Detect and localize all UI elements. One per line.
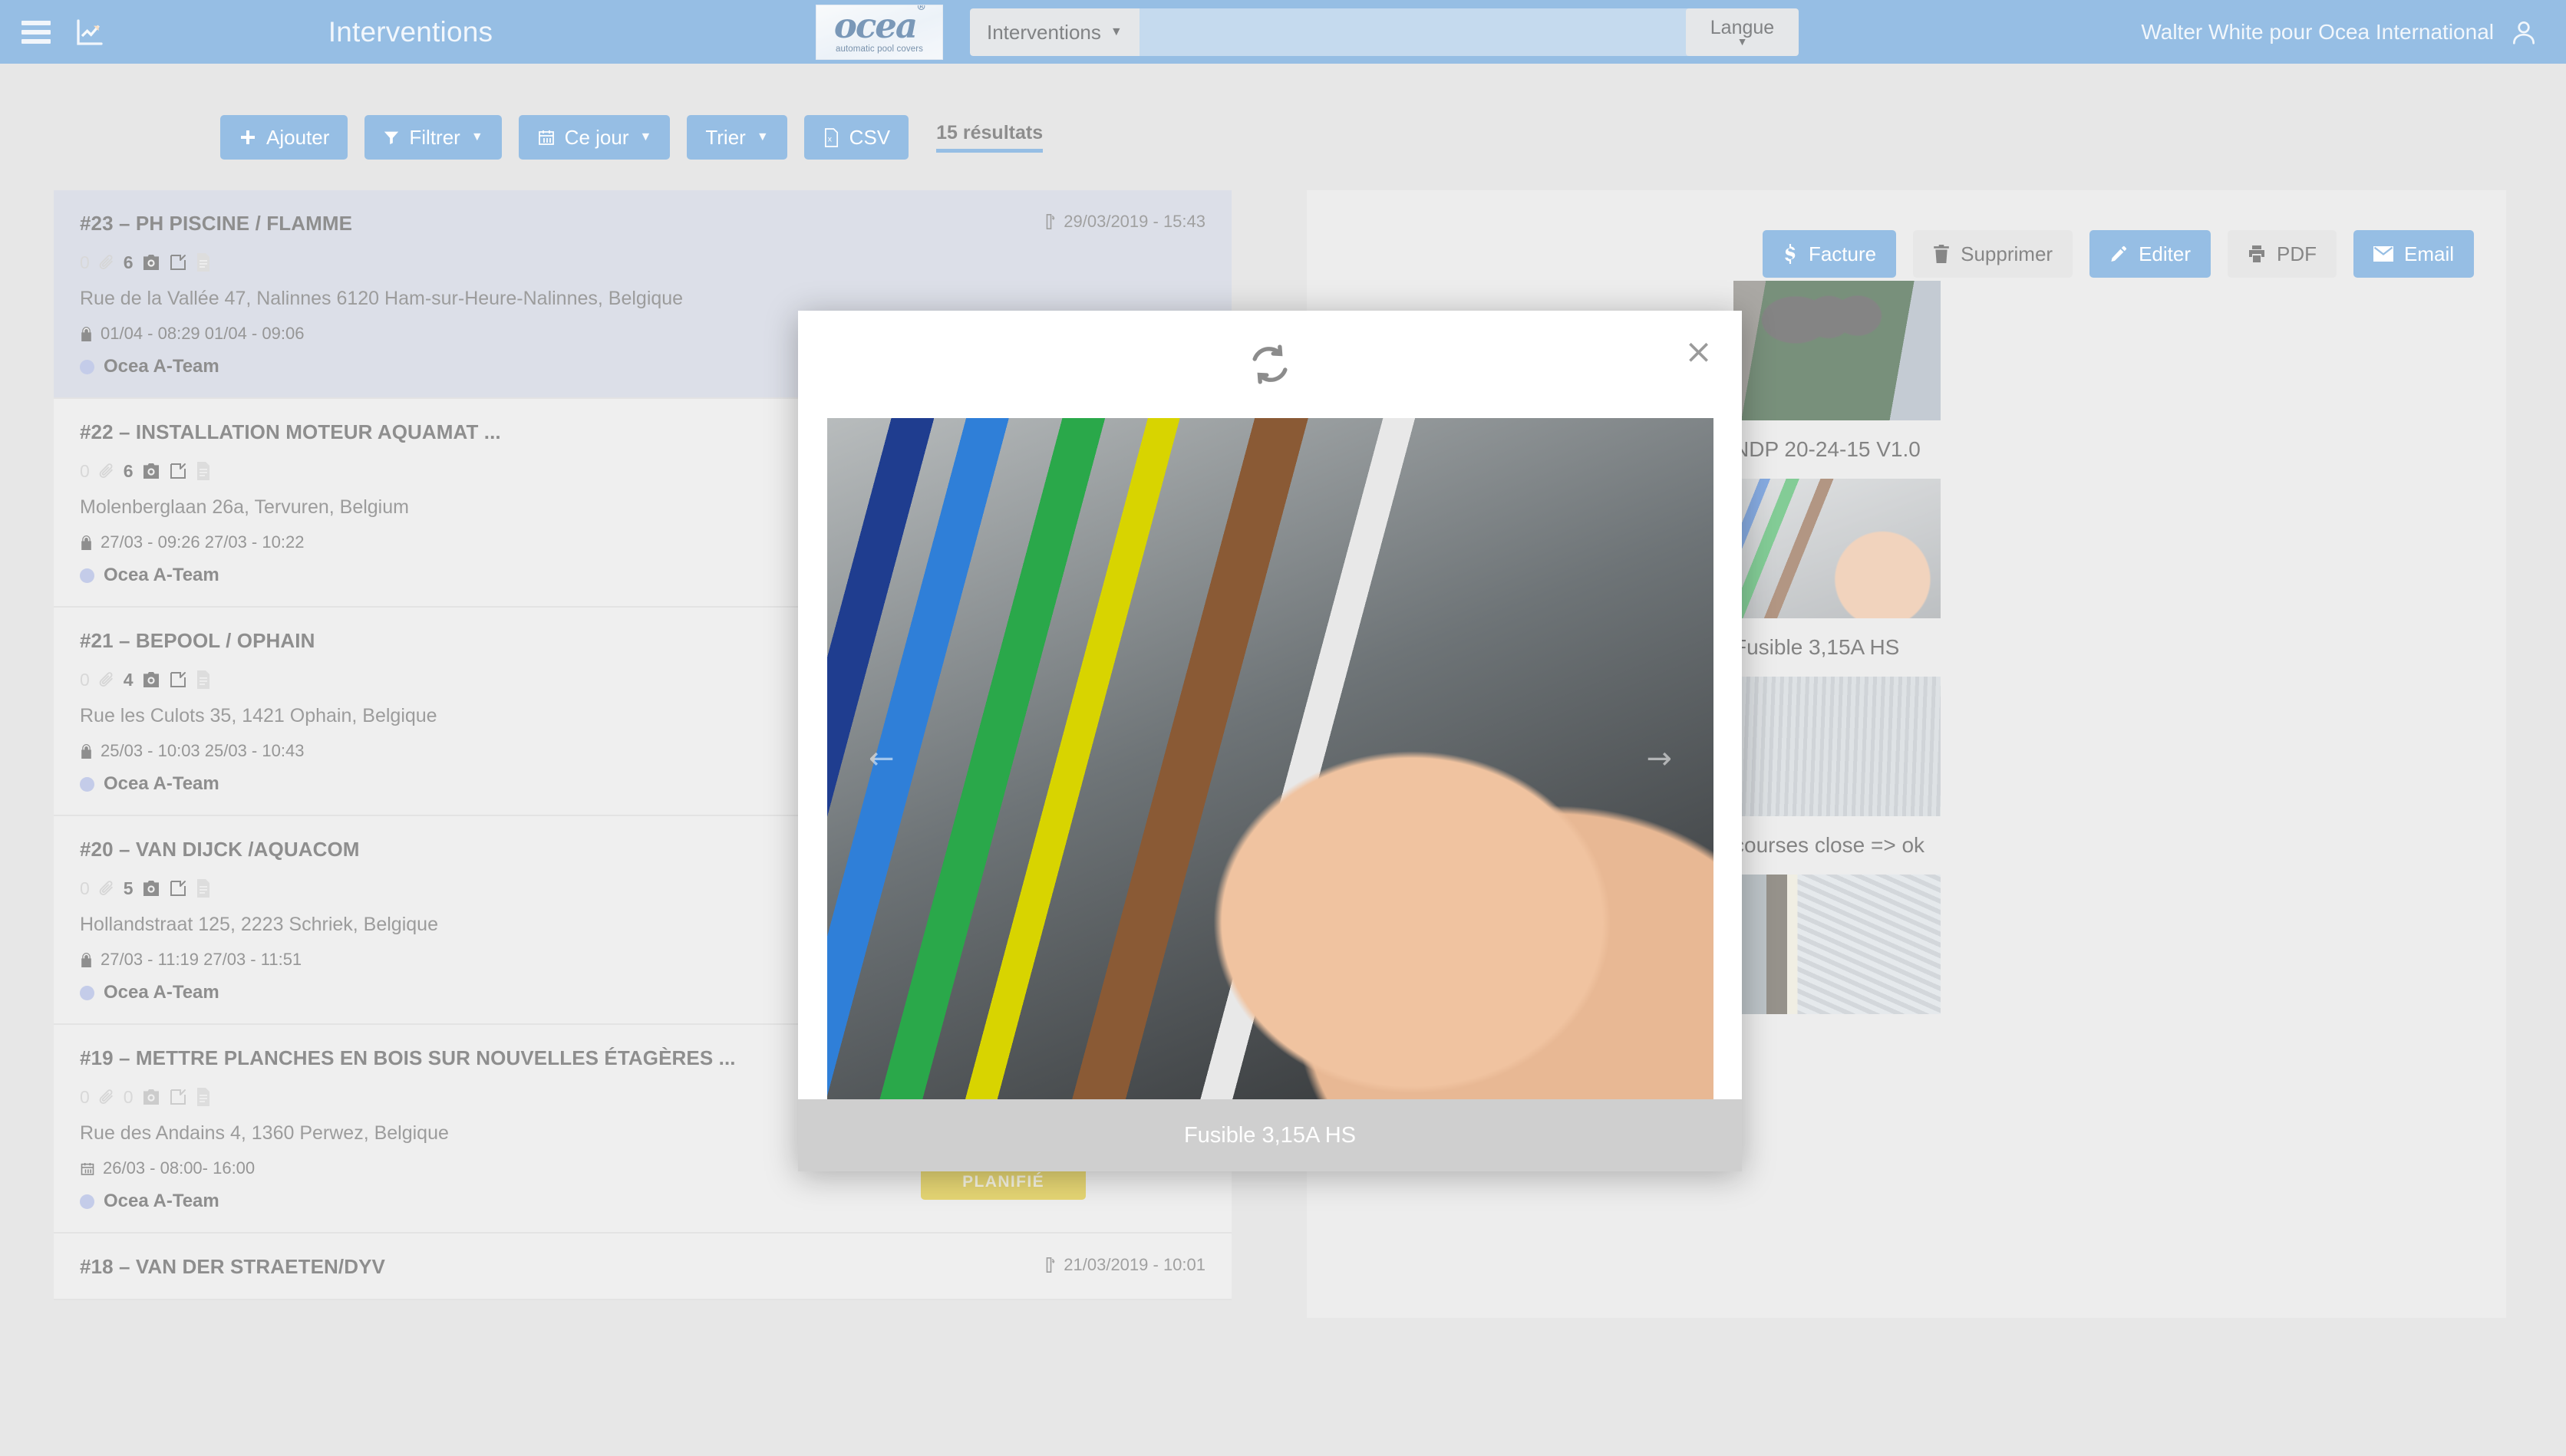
close-icon[interactable]: × [1684, 335, 1713, 369]
modal-photo[interactable]: ← → [827, 418, 1713, 1099]
previous-photo-arrow[interactable]: ← [869, 741, 895, 776]
photo-viewer-modal: × ← → Fusible 3,15A HS [798, 311, 1742, 1171]
modal-caption: Fusible 3,15A HS [798, 1099, 1742, 1171]
next-photo-arrow[interactable]: → [1646, 741, 1672, 776]
rotate-icon[interactable] [1248, 343, 1291, 390]
